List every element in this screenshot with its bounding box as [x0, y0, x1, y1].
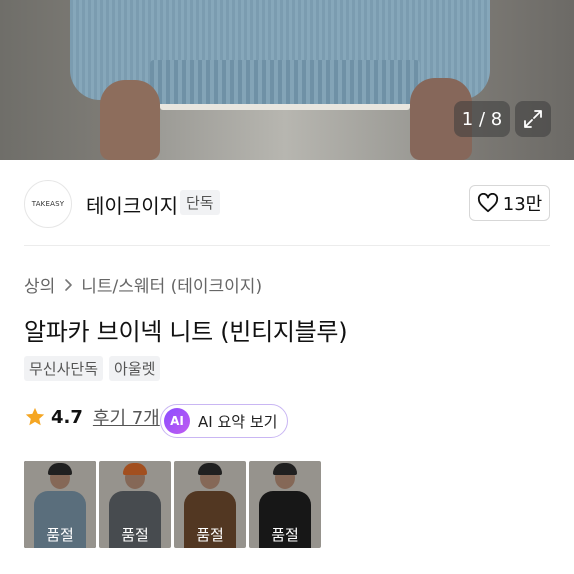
- color-option-thumbnail[interactable]: 품절: [99, 461, 171, 548]
- like-count: 13만: [502, 194, 543, 215]
- review-count-link[interactable]: 후기 7개: [93, 404, 160, 430]
- rating-score: 4.7: [51, 406, 83, 428]
- image-hand-left: [100, 80, 160, 160]
- ai-icon: AI: [164, 408, 190, 434]
- breadcrumb-item-subcategory[interactable]: 니트/스웨터 (테이크이지): [81, 272, 262, 297]
- color-option-list: 품절 품절 품절 품절: [24, 461, 321, 548]
- color-option-thumbnail[interactable]: 품절: [174, 461, 246, 548]
- product-title: 알파카 브이넥 니트 (빈티지블루): [24, 318, 348, 346]
- tag-outlet: 아울렛: [109, 356, 161, 381]
- brand-logo-text: TAKEASY: [31, 200, 65, 208]
- chevron-right-icon: [65, 278, 73, 291]
- image-sweater-hem: [150, 60, 420, 104]
- sold-out-label: 품절: [46, 526, 74, 544]
- brand-exclusive-badge: 단독: [180, 190, 220, 215]
- ai-summary-button[interactable]: AI AI 요약 보기: [160, 404, 289, 438]
- ai-summary-label: AI 요약 보기: [198, 412, 278, 431]
- image-counter: 1 / 8: [454, 101, 510, 137]
- heart-outline-icon: [477, 193, 498, 213]
- brand-name[interactable]: 테이크이지: [86, 190, 178, 219]
- brand-like-button[interactable]: 13만: [469, 185, 550, 221]
- brand-logo[interactable]: TAKEASY: [24, 180, 72, 228]
- brand-row: TAKEASY 테이크이지 단독 13만: [0, 160, 574, 246]
- product-main-image[interactable]: 1 / 8: [0, 0, 574, 160]
- color-option-thumbnail[interactable]: 품절: [24, 461, 96, 548]
- sold-out-label: 품절: [121, 526, 149, 544]
- color-option-thumbnail[interactable]: 품절: [249, 461, 321, 548]
- breadcrumb: 상의 니트/스웨터 (테이크이지): [24, 272, 262, 297]
- rating-row: 4.7 후기 7개: [24, 404, 160, 430]
- product-tags: 무신사단독 아울렛: [24, 356, 161, 381]
- divider: [24, 245, 550, 246]
- expand-icon: [524, 110, 542, 128]
- sold-out-label: 품절: [196, 526, 224, 544]
- breadcrumb-item-category[interactable]: 상의: [24, 272, 55, 297]
- sold-out-label: 품절: [271, 526, 299, 544]
- tag-musinsa-exclusive: 무신사단독: [24, 356, 104, 381]
- expand-button[interactable]: [515, 101, 551, 137]
- star-icon: [25, 407, 45, 426]
